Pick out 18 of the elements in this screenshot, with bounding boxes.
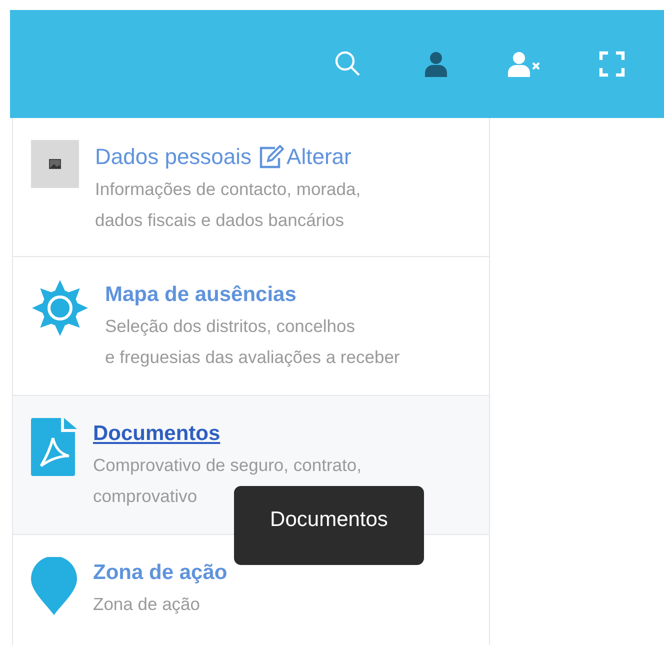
person-remove-icon (506, 50, 542, 78)
menu-item-description: Informações de contacto, morada, dados fiscais e dados bancários (95, 178, 361, 232)
menu-item-title[interactable]: Dados pessoais (95, 144, 252, 170)
edit-icon (258, 145, 284, 169)
edit-link[interactable]: Alterar (258, 144, 352, 170)
location-pin-icon (31, 557, 77, 615)
image-placeholder-icon (31, 140, 79, 188)
menu-item-description: Zona de ação (93, 593, 202, 616)
menu-item-description: Seleção dos distritos, concelhos e freguesias das avaliações a receber (105, 315, 400, 369)
menu-item-title[interactable]: Mapa de ausências (105, 283, 296, 307)
menu-item-title[interactable]: Zona de ação (93, 561, 228, 585)
person-icon (422, 50, 450, 78)
gear-icon (31, 279, 89, 337)
fullscreen-icon (599, 51, 625, 77)
menu-item-title[interactable]: Documentos (93, 422, 220, 446)
menu-item[interactable]: Dados pessoais Alterar Informações de contacto, morada, dados fiscais e dados bancários (13, 118, 489, 257)
tooltip: Documentos (234, 486, 424, 565)
pdf-file-icon (31, 418, 77, 476)
